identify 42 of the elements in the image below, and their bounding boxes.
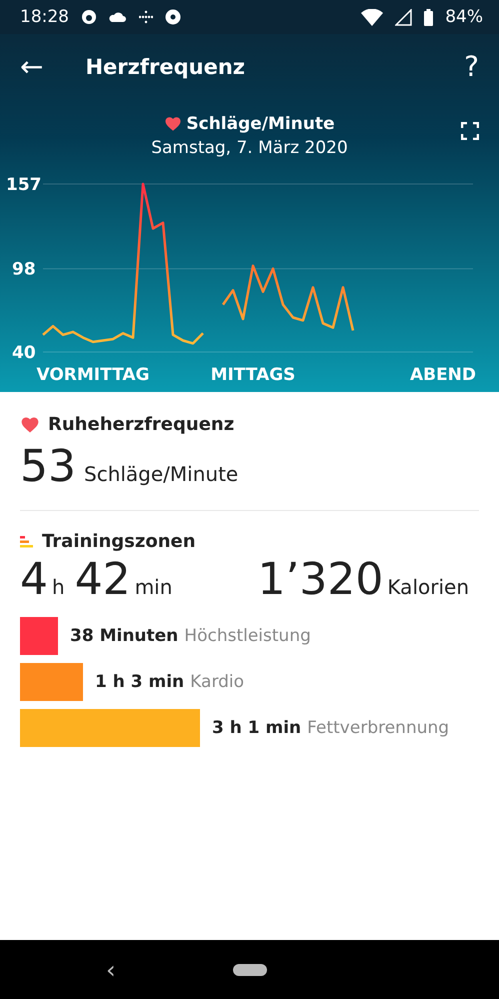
battery-icon	[424, 8, 434, 26]
zone-name: Höchstleistung	[184, 626, 311, 646]
help-button[interactable]: ?	[464, 53, 479, 81]
heart-icon	[20, 414, 40, 434]
x-axis-label: ABEND	[410, 365, 476, 385]
y-axis-label: 157	[6, 175, 42, 195]
duration-unit: h	[52, 575, 65, 599]
battery-percent: 84%	[445, 7, 483, 27]
home-pill[interactable]	[232, 964, 266, 976]
y-axis-label: 98	[12, 260, 36, 280]
duration-unit: min	[134, 575, 172, 599]
zone-time: 38 Minuten	[70, 626, 178, 646]
resting-value: 53	[20, 441, 76, 492]
duration-value: 4	[20, 554, 48, 605]
wifi-icon	[361, 8, 384, 26]
heart-icon	[164, 115, 182, 133]
section-title: Ruheherzfrequenz	[48, 414, 234, 435]
chart-unit: Schläge/Minute	[186, 114, 335, 134]
zone-time: 3 h 1 min	[212, 718, 302, 738]
calories-unit: Kalorien	[387, 575, 469, 599]
fullscreen-icon[interactable]	[461, 122, 479, 140]
ball-icon	[165, 9, 181, 25]
status-time: 18:28	[20, 7, 69, 27]
ring-icon	[81, 9, 97, 25]
screen-title: Herzfrequenz	[85, 55, 246, 79]
zone-time: 1 h 3 min	[95, 672, 184, 692]
cloud-icon	[109, 12, 127, 22]
x-axis-label: VORMITTAG	[36, 365, 150, 385]
zone-name: Kardio	[190, 672, 244, 692]
dots-icon	[139, 10, 153, 24]
nav-back-button[interactable]: ‹	[100, 954, 122, 984]
resting-unit: Schläge/Minute	[84, 462, 238, 486]
duration-value: 42	[74, 554, 131, 605]
calories-value: 1’320	[257, 554, 384, 605]
zones-icon	[20, 536, 34, 548]
section-title: Trainingszonen	[42, 531, 196, 552]
y-axis-label: 40	[12, 343, 36, 363]
back-button[interactable]: ←	[20, 53, 44, 81]
zone-name: Fettverbrennung	[307, 718, 450, 738]
chart-date: Samstag, 7. März 2020	[151, 138, 348, 158]
x-axis-label: MITTAGS	[210, 365, 296, 385]
signal-icon	[395, 8, 412, 26]
